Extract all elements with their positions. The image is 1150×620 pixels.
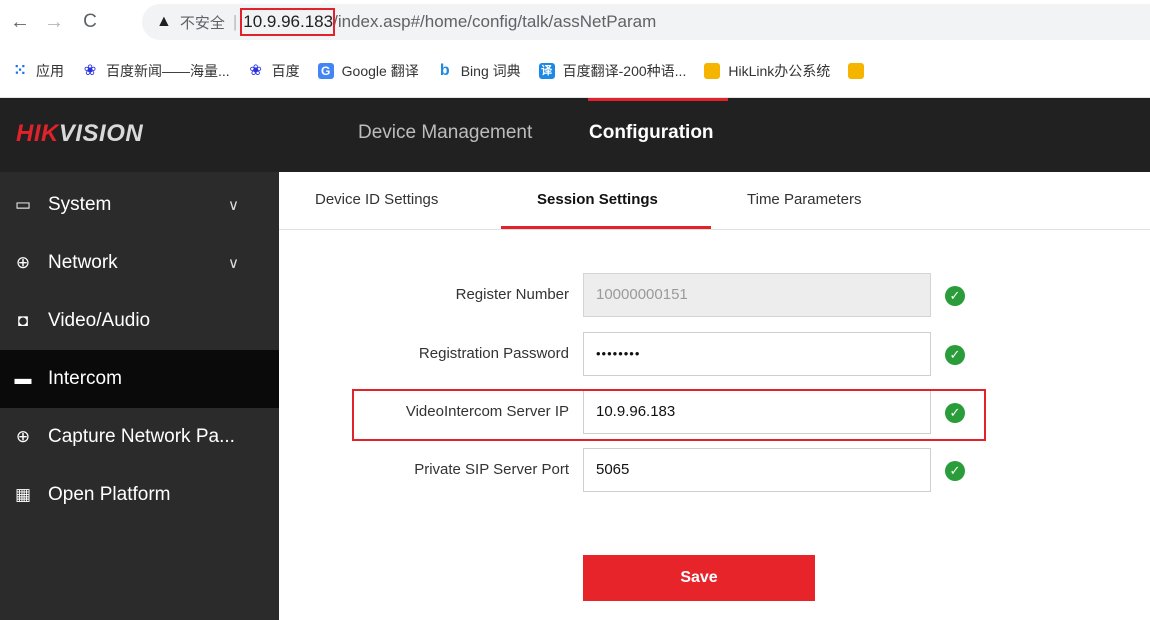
system-icon: ▭	[14, 195, 32, 214]
browser-toolbar: ← → C ▲ 不安全 | 10.9.96.183 /index.asp#/ho…	[0, 0, 1150, 44]
bookmark-label: 应用	[36, 62, 64, 79]
hiklink-icon	[704, 62, 721, 79]
sip-port-input[interactable]: 5065	[583, 448, 931, 492]
sidebar-item-label: System	[48, 194, 112, 215]
logo-white-part: VISION	[58, 120, 144, 147]
sidebar-item-video-audio[interactable]: ◘ Video/Audio	[0, 292, 279, 350]
warning-icon[interactable]: ▲	[156, 13, 172, 31]
sidebar-item-intercom[interactable]: ▬ Intercom	[0, 350, 279, 408]
bookmark-bing[interactable]: b Bing 词典	[437, 61, 521, 81]
chevron-down-icon: ∨	[228, 197, 239, 214]
save-button[interactable]: Save	[583, 555, 815, 601]
registration-password-row: Registration Password •••••••• ✓	[279, 332, 1150, 378]
bookmark-label: 百度新闻——海量...	[106, 62, 230, 79]
sidebar: ▭ System ∨ ⊕ Network ∨ ◘ Video/Audio ▬ I…	[0, 172, 279, 620]
sidebar-item-label: Network	[48, 252, 118, 273]
bookmark-label: 百度翻译-200种语...	[562, 62, 687, 79]
url-host: 10.9.96.183	[240, 8, 336, 36]
tab-device-id-settings[interactable]: Device ID Settings	[315, 191, 438, 208]
bing-icon: b	[439, 61, 450, 79]
sidebar-item-capture-network[interactable]: ⊕ Capture Network Pa...	[0, 408, 279, 466]
check-icon: ✓	[945, 461, 965, 481]
server-ip-highlight-box	[352, 389, 986, 441]
bookmark-hiklink[interactable]: HikLink办公系统	[704, 61, 830, 81]
baidu-icon: ❀	[249, 61, 262, 79]
sip-port-label: Private SIP Server Port	[414, 461, 569, 478]
registration-password-label: Registration Password	[418, 345, 569, 362]
bookmark-apps[interactable]: ⁙ 应用	[12, 61, 64, 81]
globe-icon: ⊕	[15, 253, 31, 272]
sidebar-item-label: Video/Audio	[48, 310, 151, 331]
video-icon: ◘	[17, 311, 29, 330]
back-arrow-icon[interactable]: ←	[6, 11, 34, 34]
bookmark-overflow[interactable]	[848, 62, 872, 79]
tab-time-parameters[interactable]: Time Parameters	[747, 191, 861, 208]
check-icon: ✓	[945, 286, 965, 306]
hiklink-icon	[848, 62, 865, 79]
app-header: HIKVISION Device Management Configuratio…	[0, 98, 1150, 172]
forward-arrow-icon[interactable]: →	[40, 11, 68, 34]
bookmarks-bar: ⁙ 应用 ❀ 百度新闻——海量... ❀ 百度 G Google 翻译 b Bi…	[0, 44, 1150, 98]
sidebar-item-system[interactable]: ▭ System ∨	[0, 176, 279, 234]
insecure-label: 不安全	[179, 14, 225, 32]
url-separator: |	[232, 12, 238, 31]
bookmark-label: 百度	[271, 62, 300, 79]
logo-red-part: HIK	[16, 120, 59, 147]
sidebar-item-label: Capture Network Pa...	[48, 426, 235, 447]
sidebar-item-label: Intercom	[48, 368, 122, 389]
hikvision-logo: HIKVISION	[16, 120, 143, 148]
active-tab-indicator	[501, 226, 711, 229]
google-translate-icon: G	[317, 62, 334, 79]
active-nav-indicator	[588, 98, 728, 101]
platform-icon: ▦	[14, 485, 32, 504]
host-highlight-box	[240, 8, 336, 36]
bookmark-label: HikLink办公系统	[728, 62, 831, 79]
tab-session-settings[interactable]: Session Settings	[537, 191, 658, 208]
registration-password-input[interactable]: ••••••••	[583, 332, 931, 376]
bookmark-baidu-translate[interactable]: 译 百度翻译-200种语...	[538, 61, 687, 81]
bookmark-google-translate[interactable]: G Google 翻译	[317, 61, 419, 81]
check-icon: ✓	[945, 345, 965, 365]
sidebar-item-label: Open Platform	[48, 484, 171, 505]
sidebar-item-open-platform[interactable]: ▦ Open Platform	[0, 466, 279, 524]
bookmark-label: Bing 词典	[460, 62, 521, 79]
reload-icon[interactable]: C	[76, 11, 104, 33]
apps-icon: ⁙	[13, 61, 27, 79]
bookmark-baidu[interactable]: ❀ 百度	[248, 61, 300, 81]
baidu-icon: ❀	[83, 61, 97, 79]
sidebar-item-network[interactable]: ⊕ Network ∨	[0, 234, 279, 292]
register-number-row: Register Number 10000000151 ✓	[279, 273, 1150, 319]
sip-port-row: Private SIP Server Port 5065 ✓	[279, 448, 1150, 494]
monitor-icon: ▬	[14, 369, 32, 388]
address-bar[interactable]: ▲ 不安全 | 10.9.96.183 /index.asp#/home/con…	[142, 4, 1150, 40]
bookmark-baidu-news[interactable]: ❀ 百度新闻——海量...	[82, 61, 230, 81]
globe-icon: ⊕	[15, 427, 31, 446]
bookmark-label: Google 翻译	[341, 62, 419, 79]
url-path: /index.asp#/home/config/talk/assNetParam	[333, 12, 657, 31]
settings-tabs: Device ID Settings Session Settings Time…	[279, 172, 1150, 230]
baidu-translate-icon: 译	[538, 62, 555, 79]
register-number-input: 10000000151	[583, 273, 931, 317]
nav-device-management[interactable]: Device Management	[358, 122, 532, 144]
nav-configuration[interactable]: Configuration	[589, 122, 714, 144]
chevron-down-icon: ∨	[228, 255, 239, 272]
register-number-label: Register Number	[455, 286, 569, 303]
